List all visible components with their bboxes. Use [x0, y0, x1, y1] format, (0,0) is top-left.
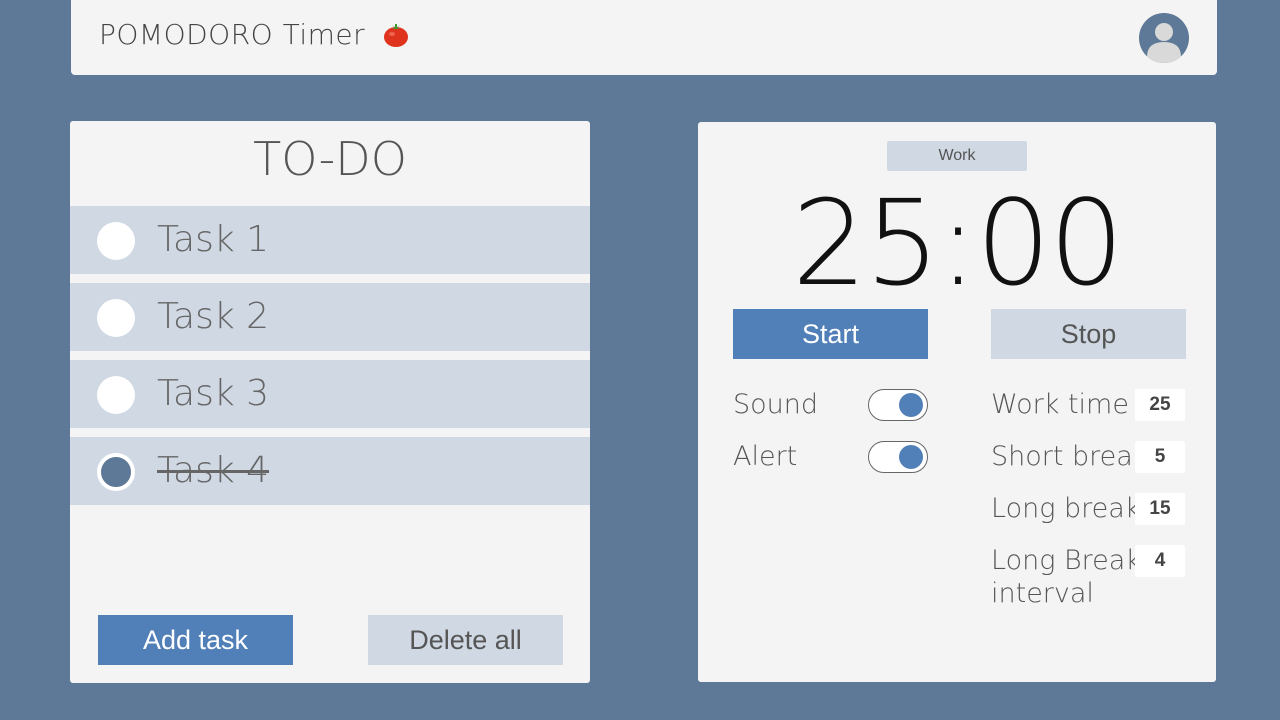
start-button[interactable]: Start	[733, 309, 928, 359]
toggle-knob	[899, 445, 923, 469]
task-row[interactable]: Task 1	[70, 206, 590, 274]
short-break-input[interactable]: 5	[1135, 441, 1185, 473]
todo-panel: TO-DO Task 1 Task 2 Task 3 Task 4 Add ta…	[70, 121, 590, 683]
alert-toggle[interactable]	[868, 441, 928, 473]
toggle-knob	[899, 393, 923, 417]
sound-label: Sound	[733, 389, 819, 420]
app-title-text: POMODORO Timer	[99, 18, 366, 51]
stop-button[interactable]: Stop	[991, 309, 1186, 359]
task-radio[interactable]	[97, 299, 135, 337]
app-header: POMODORO Timer	[71, 0, 1217, 75]
task-label: Task 1	[157, 219, 270, 260]
long-break-label: Long break	[991, 493, 1141, 524]
task-row[interactable]: Task 3	[70, 360, 590, 428]
timer-display: 25:00	[791, 174, 1124, 312]
short-break-label: Short break	[991, 441, 1149, 472]
work-time-input[interactable]: 25	[1135, 389, 1185, 421]
task-radio[interactable]	[97, 376, 135, 414]
mode-badge: Work	[887, 141, 1027, 171]
user-avatar-icon[interactable]	[1139, 13, 1189, 63]
task-radio[interactable]	[97, 222, 135, 260]
interval-label-line2: interval	[991, 578, 1094, 609]
task-label: Task 2	[157, 296, 270, 337]
interval-input[interactable]: 4	[1135, 545, 1185, 577]
alert-label: Alert	[733, 441, 798, 472]
task-row[interactable]: Task 4	[70, 437, 590, 505]
sound-toggle[interactable]	[868, 389, 928, 421]
long-break-input[interactable]: 15	[1135, 493, 1185, 525]
work-time-label: Work time	[991, 389, 1129, 420]
delete-all-button[interactable]: Delete all	[368, 615, 563, 665]
task-radio-checked[interactable]	[97, 453, 135, 491]
task-row[interactable]: Task 2	[70, 283, 590, 351]
app-title: POMODORO Timer	[99, 18, 409, 51]
interval-label-line1: Long Break	[991, 545, 1141, 576]
timer-panel: Work 25:00 Start Stop Sound Alert Work t…	[698, 122, 1216, 682]
task-label: Task 3	[157, 373, 270, 414]
todo-title: TO-DO	[253, 132, 407, 186]
add-task-button[interactable]: Add task	[98, 615, 293, 665]
tomato-icon	[383, 21, 409, 47]
task-label: Task 4	[157, 450, 270, 491]
